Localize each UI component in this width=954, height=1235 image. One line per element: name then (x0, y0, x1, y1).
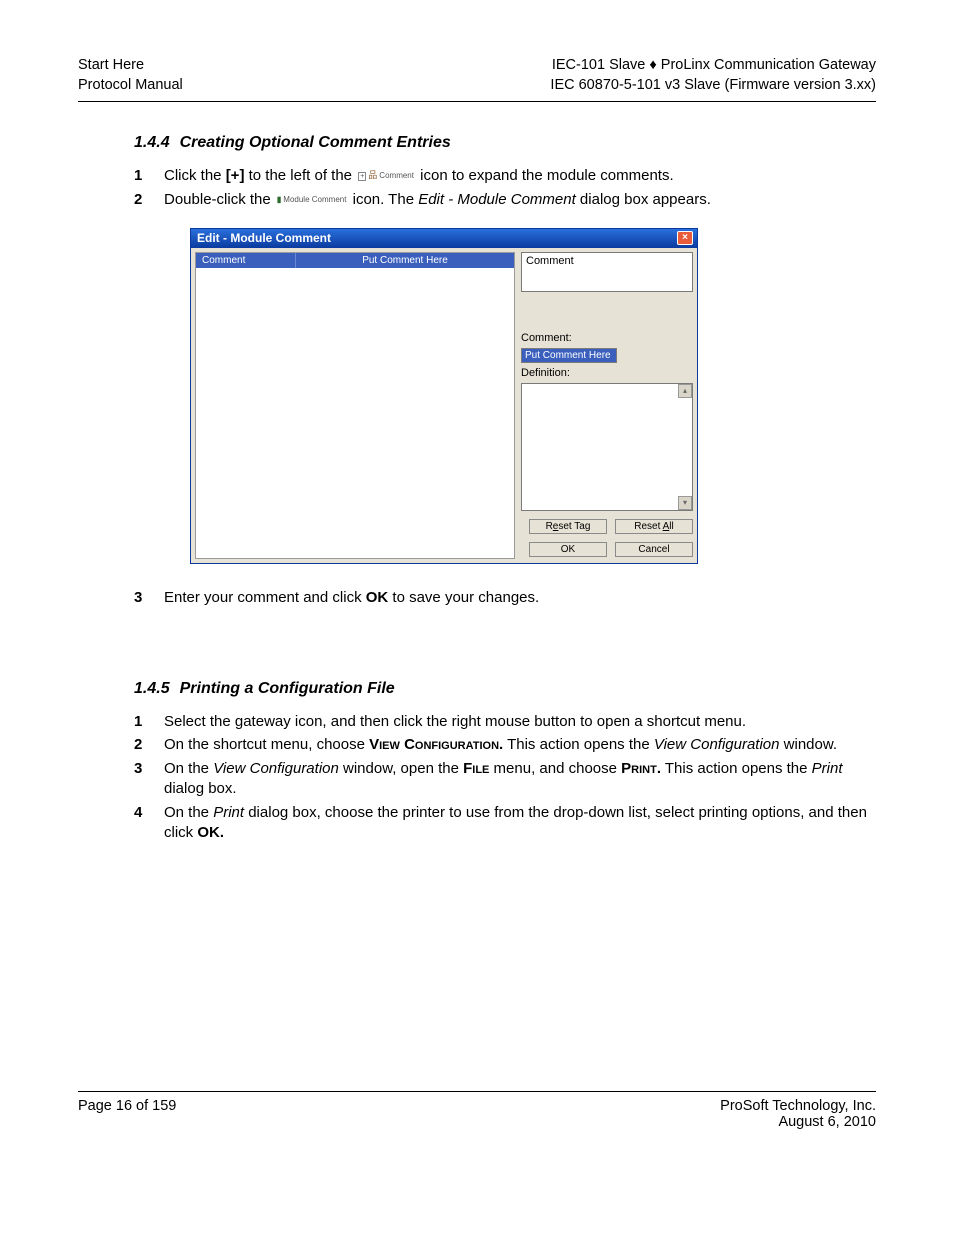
step-text: Select the gateway icon, and then click … (164, 712, 876, 732)
step-number: 1 (134, 712, 164, 732)
heading-title: Printing a Configuration File (180, 680, 395, 697)
menu-name: View Configuration. (369, 736, 503, 753)
reset-all-button[interactable]: Reset All (615, 519, 693, 534)
dialog-name: Print (812, 760, 843, 777)
text: On the (164, 804, 213, 821)
text: menu, and choose (489, 760, 621, 777)
header-left-2: Protocol Manual (78, 76, 183, 96)
icon-label: Module Comment (283, 195, 346, 204)
comment-label: Comment: (521, 332, 693, 344)
text: to save your changes. (388, 589, 539, 606)
text: This action opens the (503, 736, 654, 753)
step-1-text: Click the [+] to the left of the +品Comme… (164, 166, 876, 186)
text: icon to expand the module comments. (416, 167, 674, 184)
window-name: View Configuration (654, 736, 780, 753)
text: Enter your comment and click (164, 589, 366, 606)
tree-node-icon: 品 (368, 170, 377, 180)
icon-label: Comment (379, 171, 414, 180)
step-number: 3 (134, 759, 164, 799)
text: dialog box appears. (576, 191, 711, 208)
step-2-text: Double-click the ▮Module Comment icon. T… (164, 190, 876, 210)
heading-number: 1.4.5 (134, 680, 170, 697)
text: to the left of the (244, 167, 356, 184)
scroll-up-icon[interactable]: ▴ (678, 384, 692, 398)
comment-input[interactable]: Put Comment Here (521, 348, 617, 363)
reset-tag-button[interactable]: Reset Tag (529, 519, 607, 534)
text: icon. The (348, 191, 418, 208)
step-number: 3 (134, 588, 164, 608)
header-left-1: Start Here (78, 56, 183, 76)
text: Click the (164, 167, 226, 184)
text: dialog box, choose the printer to use fr… (164, 804, 867, 841)
text: Double-click the (164, 191, 275, 208)
step-number: 1 (134, 166, 164, 186)
module-comment-icon: ▮Module Comment (275, 195, 349, 206)
text: window. (780, 736, 838, 753)
section-1-4-5-heading: 1.4.5 Printing a Configuration File (134, 680, 876, 698)
dialog-name: Print (213, 804, 244, 821)
close-icon[interactable]: × (677, 231, 693, 245)
scroll-down-icon[interactable]: ▾ (678, 496, 692, 510)
step-number: 4 (134, 803, 164, 843)
plus-literal: [+] (226, 167, 245, 184)
plus-icon: + (358, 172, 366, 181)
grid-col-value: Put Comment Here (296, 253, 514, 268)
header-right-2: IEC 60870-5-101 v3 Slave (Firmware versi… (550, 76, 876, 96)
menu-name: File (463, 760, 489, 777)
comment-grid[interactable]: Comment Put Comment Here (195, 252, 515, 559)
text: This action opens the (661, 760, 812, 777)
edit-module-comment-dialog: Edit - Module Comment × Comment Put Comm… (190, 228, 698, 564)
ok-literal: OK (366, 589, 389, 606)
footer-right-1: ProSoft Technology, Inc. (720, 1098, 876, 1114)
window-name: View Configuration (213, 760, 339, 777)
menu-name: Print. (621, 760, 661, 777)
heading-title: Creating Optional Comment Entries (180, 134, 451, 151)
step-number: 2 (134, 190, 164, 210)
step-number: 2 (134, 735, 164, 755)
footer-left: Page 16 of 159 (78, 1098, 176, 1130)
definition-label: Definition: (521, 367, 693, 379)
grid-header-row: Comment Put Comment Here (196, 253, 514, 268)
ok-button[interactable]: OK (529, 542, 607, 557)
grid-col-comment: Comment (196, 253, 296, 268)
text: dialog box. (164, 780, 237, 797)
text: On the shortcut menu, choose (164, 736, 369, 753)
top-text-field[interactable]: Comment (521, 252, 693, 292)
text: On the (164, 760, 213, 777)
comment-tree-icon: +品Comment (356, 170, 416, 182)
section-1-4-4-heading: 1.4.4 Creating Optional Comment Entries (134, 134, 876, 152)
step-3-text: Enter your comment and click OK to save … (164, 588, 876, 608)
step-text: On the Print dialog box, choose the prin… (164, 803, 876, 843)
dialog-name: Edit - Module Comment (418, 191, 576, 208)
cancel-button[interactable]: Cancel (615, 542, 693, 557)
dialog-titlebar: Edit - Module Comment × (191, 229, 697, 248)
heading-number: 1.4.4 (134, 134, 170, 151)
header-right-1: IEC-101 Slave ♦ ProLinx Communication Ga… (550, 56, 876, 76)
text: window, open the (339, 760, 463, 777)
page-footer: Page 16 of 159 ProSoft Technology, Inc. … (78, 1091, 876, 1130)
page-header: Start Here Protocol Manual IEC-101 Slave… (78, 56, 876, 102)
chip-icon: ▮ (277, 195, 281, 204)
definition-textarea[interactable] (521, 383, 693, 511)
ok-literal: OK. (197, 824, 224, 841)
footer-right-2: August 6, 2010 (720, 1114, 876, 1130)
step-text: On the View Configuration window, open t… (164, 759, 876, 799)
dialog-title: Edit - Module Comment (197, 231, 331, 245)
step-text: On the shortcut menu, choose View Config… (164, 735, 876, 755)
